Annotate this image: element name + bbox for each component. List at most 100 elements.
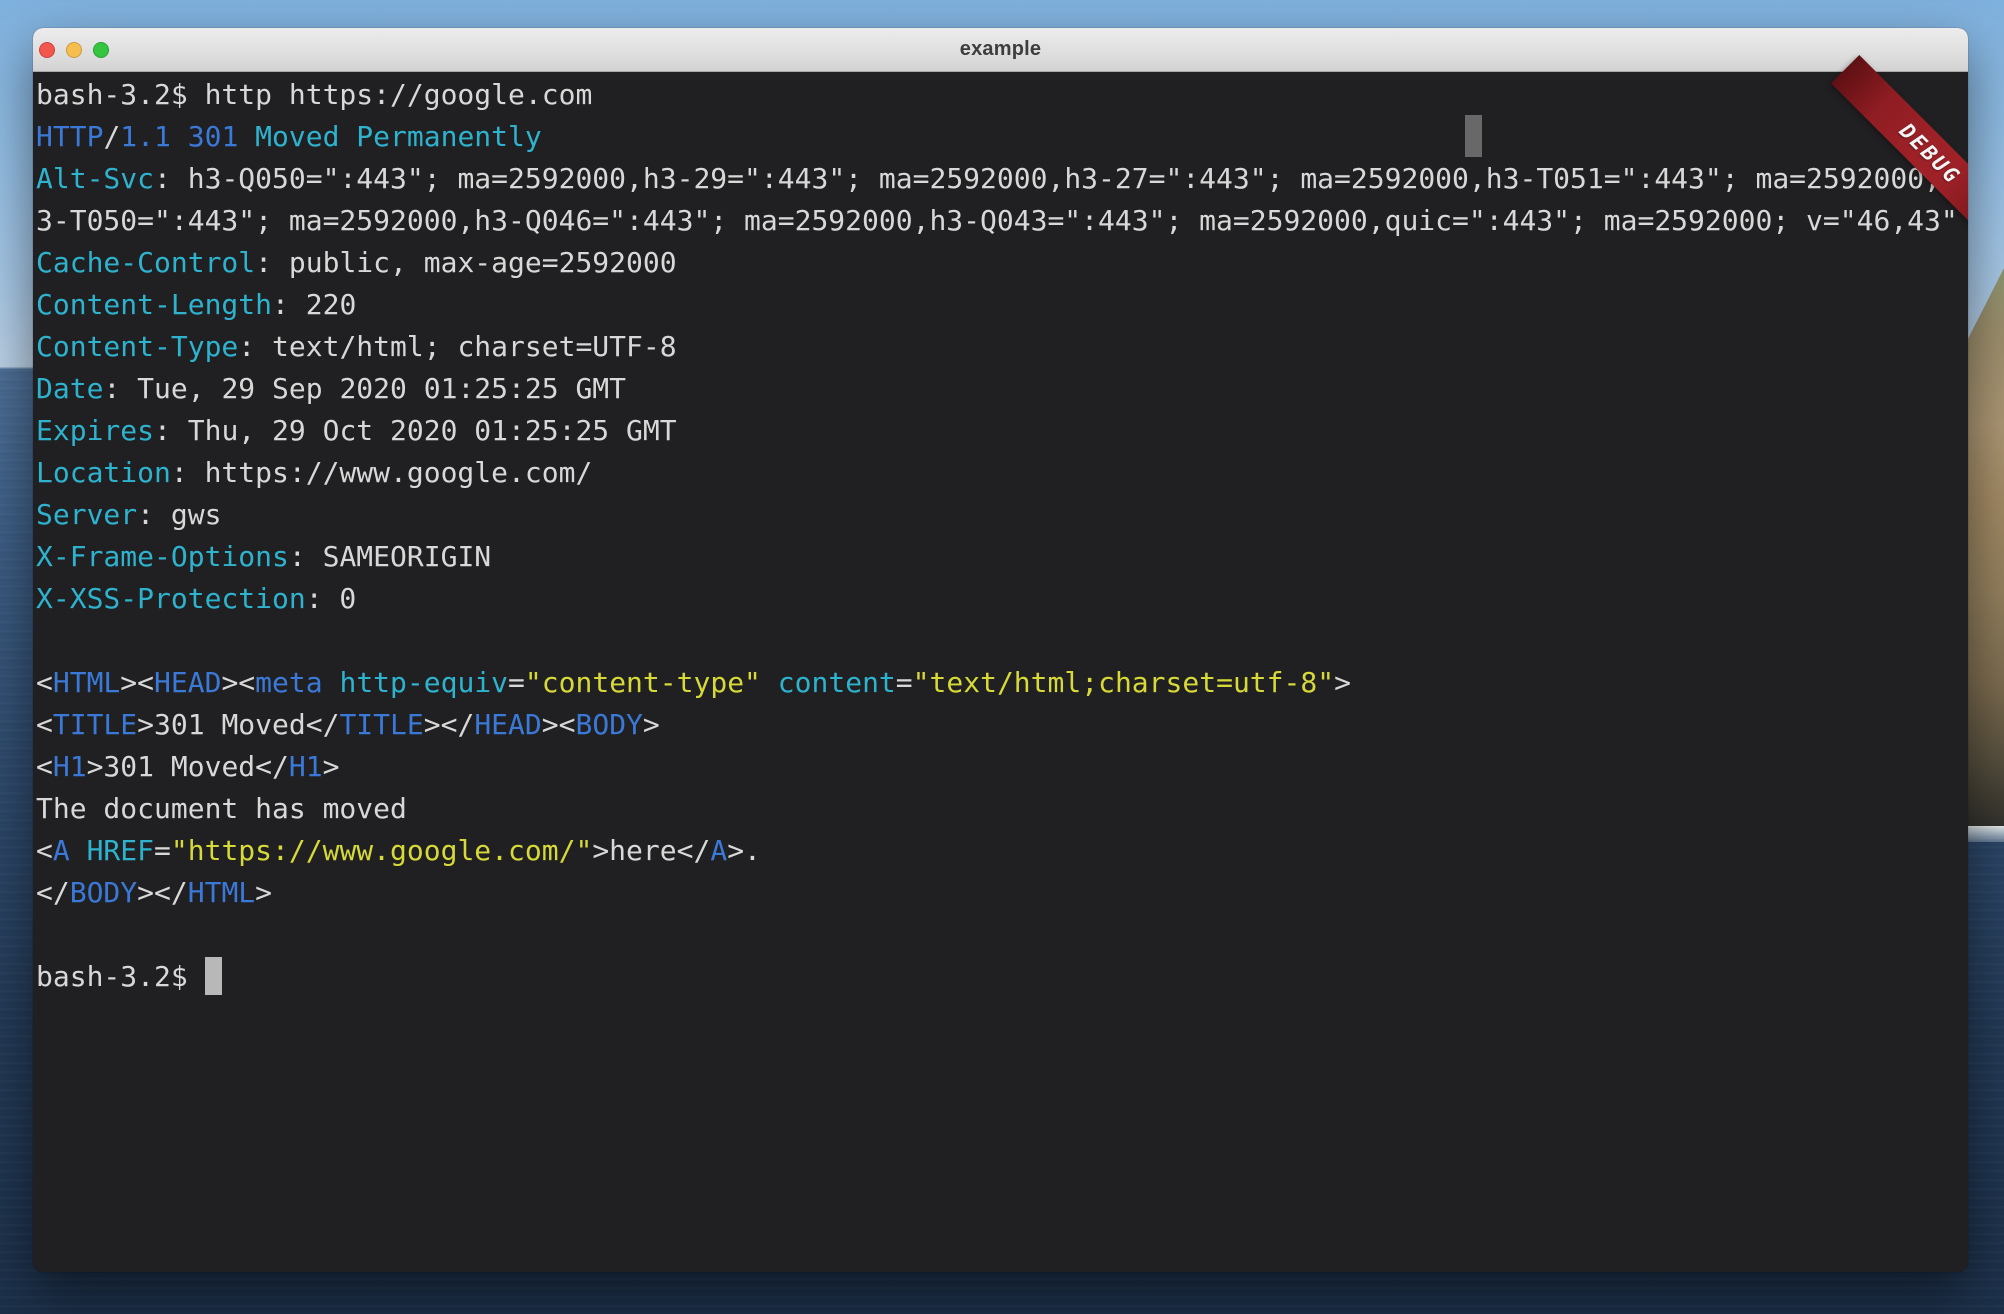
terminal-line: Server: gws (36, 494, 1968, 536)
text-segment: 3-T050=":443"; ma=2592000,h3-Q046=":443"… (36, 204, 1958, 237)
text-segment: "content-type" (525, 666, 761, 699)
window-title: example (960, 38, 1041, 61)
text-segment: Date (36, 372, 103, 405)
text-segment: < (36, 708, 53, 741)
terminal-line: Expires: Thu, 29 Oct 2020 01:25:25 GMT (36, 410, 1968, 452)
text-segment: TITLE (53, 708, 137, 741)
text-segment: A (53, 834, 70, 867)
text-segment: < (36, 750, 53, 783)
text-segment: > (1334, 666, 1351, 699)
terminal-lines: bash-3.2$ http https://google.com HTTP/1.… (36, 74, 1968, 998)
terminal-line: The document has moved (36, 788, 1968, 830)
text-segment: > (255, 876, 272, 909)
text-segment: H1 (53, 750, 87, 783)
terminal-line: Date: Tue, 29 Sep 2020 01:25:25 GMT (36, 368, 1968, 410)
text-segment (70, 834, 87, 867)
text-segment: : text/html; charset=UTF-8 (238, 330, 676, 363)
terminal-line: Cache-Control: public, max-age=2592000 (36, 242, 1968, 284)
text-segment: : SAMEORIGIN (289, 540, 491, 573)
text-segment: content (778, 666, 896, 699)
terminal-body[interactable]: DEBUG bash-3.2$ http https://google.comH… (33, 72, 1968, 1271)
text-segment: Cache-Control (36, 246, 255, 279)
text-segment: : Tue, 29 Sep 2020 01:25:25 GMT (103, 372, 626, 405)
text-segment: >. (727, 834, 761, 867)
scroll-position-marker[interactable] (1465, 115, 1482, 157)
text-segment: http-equiv (339, 666, 508, 699)
text-segment: >301 Moved</ (137, 708, 339, 741)
wallpaper-island (1964, 268, 2004, 830)
text-segment: "https://www.google.com/" (171, 834, 592, 867)
terminal-line (36, 620, 1968, 662)
text-segment: The document has moved (36, 792, 407, 825)
terminal-line: X-Frame-Options: SAMEORIGIN (36, 536, 1968, 578)
terminal-line: Content-Length: 220 (36, 284, 1968, 326)
text-segment: Content-Length (36, 288, 272, 321)
text-segment: </ (36, 876, 70, 909)
text-segment: ></ (137, 876, 188, 909)
text-segment: = (508, 666, 525, 699)
text-segment: HTML (53, 666, 120, 699)
text-segment: > (323, 750, 340, 783)
text-segment: / (103, 120, 120, 153)
text-segment: HEAD (474, 708, 541, 741)
text-segment: BODY (575, 708, 642, 741)
terminal-line: 3-T050=":443"; ma=2592000,h3-Q046=":443"… (36, 200, 1968, 242)
terminal-line (36, 914, 1968, 956)
text-segment: A (710, 834, 727, 867)
text-segment: : https://www.google.com/ (171, 456, 592, 489)
terminal-line: <H1>301 Moved</H1> (36, 746, 1968, 788)
text-segment: : Thu, 29 Oct 2020 01:25:25 GMT (154, 414, 677, 447)
close-button[interactable] (39, 42, 55, 58)
text-segment: HTTP (36, 120, 103, 153)
terminal-line: <HTML><HEAD><meta http-equiv="content-ty… (36, 662, 1968, 704)
wallpaper-surf (1964, 826, 2004, 842)
text-segment: : 0 (306, 582, 357, 615)
text-segment: X-XSS-Protection (36, 582, 306, 615)
text-segment: HEAD (154, 666, 221, 699)
text-segment: HTML (188, 876, 255, 909)
text-segment: < (36, 834, 53, 867)
terminal-line: bash-3.2$ (36, 956, 1968, 998)
terminal-line: X-XSS-Protection: 0 (36, 578, 1968, 620)
text-segment: : h3-Q050=":443"; ma=2592000,h3-29=":443… (154, 162, 1958, 195)
terminal-line: Content-Type: text/html; charset=UTF-8 (36, 326, 1968, 368)
minimize-button[interactable] (66, 42, 82, 58)
text-segment: = (154, 834, 171, 867)
text-segment: : gws (137, 498, 221, 531)
text-segment: HREF (87, 834, 154, 867)
text-segment: "text/html;charset=utf-8" (913, 666, 1334, 699)
window-titlebar[interactable]: example (33, 28, 1968, 72)
text-segment: H1 (289, 750, 323, 783)
terminal-cursor (205, 957, 222, 995)
terminal-line: </BODY></HTML> (36, 872, 1968, 914)
text-segment: >301 Moved</ (87, 750, 289, 783)
text-segment: 1.1 301 (120, 120, 255, 153)
text-segment: = (896, 666, 913, 699)
text-segment: : 220 (272, 288, 356, 321)
text-segment (761, 666, 778, 699)
terminal-line: HTTP/1.1 301 Moved Permanently (36, 116, 1968, 158)
text-segment: > (643, 708, 660, 741)
text-segment: >here</ (592, 834, 710, 867)
text-segment: ></ (424, 708, 475, 741)
zoom-button[interactable] (93, 42, 109, 58)
text-segment: Content-Type (36, 330, 238, 363)
terminal-line: bash-3.2$ http https://google.com (36, 74, 1968, 116)
text-segment: >< (221, 666, 255, 699)
text-segment: : public, max-age=2592000 (255, 246, 676, 279)
text-segment: Moved Permanently (255, 120, 542, 153)
terminal-line: Alt-Svc: h3-Q050=":443"; ma=2592000,h3-2… (36, 158, 1968, 200)
text-segment: < (36, 666, 53, 699)
terminal-line: Location: https://www.google.com/ (36, 452, 1968, 494)
text-segment: >< (542, 708, 576, 741)
terminal-line: <TITLE>301 Moved</TITLE></HEAD><BODY> (36, 704, 1968, 746)
text-segment: bash-3.2$ (36, 960, 205, 993)
text-segment: bash-3.2$ http https://google.com (36, 78, 592, 111)
text-segment: Alt-Svc (36, 162, 154, 195)
text-segment: >< (120, 666, 154, 699)
text-segment: Location (36, 456, 171, 489)
text-segment: BODY (70, 876, 137, 909)
text-segment: Server (36, 498, 137, 531)
text-segment: Expires (36, 414, 154, 447)
terminal-line: <A HREF="https://www.google.com/">here</… (36, 830, 1968, 872)
